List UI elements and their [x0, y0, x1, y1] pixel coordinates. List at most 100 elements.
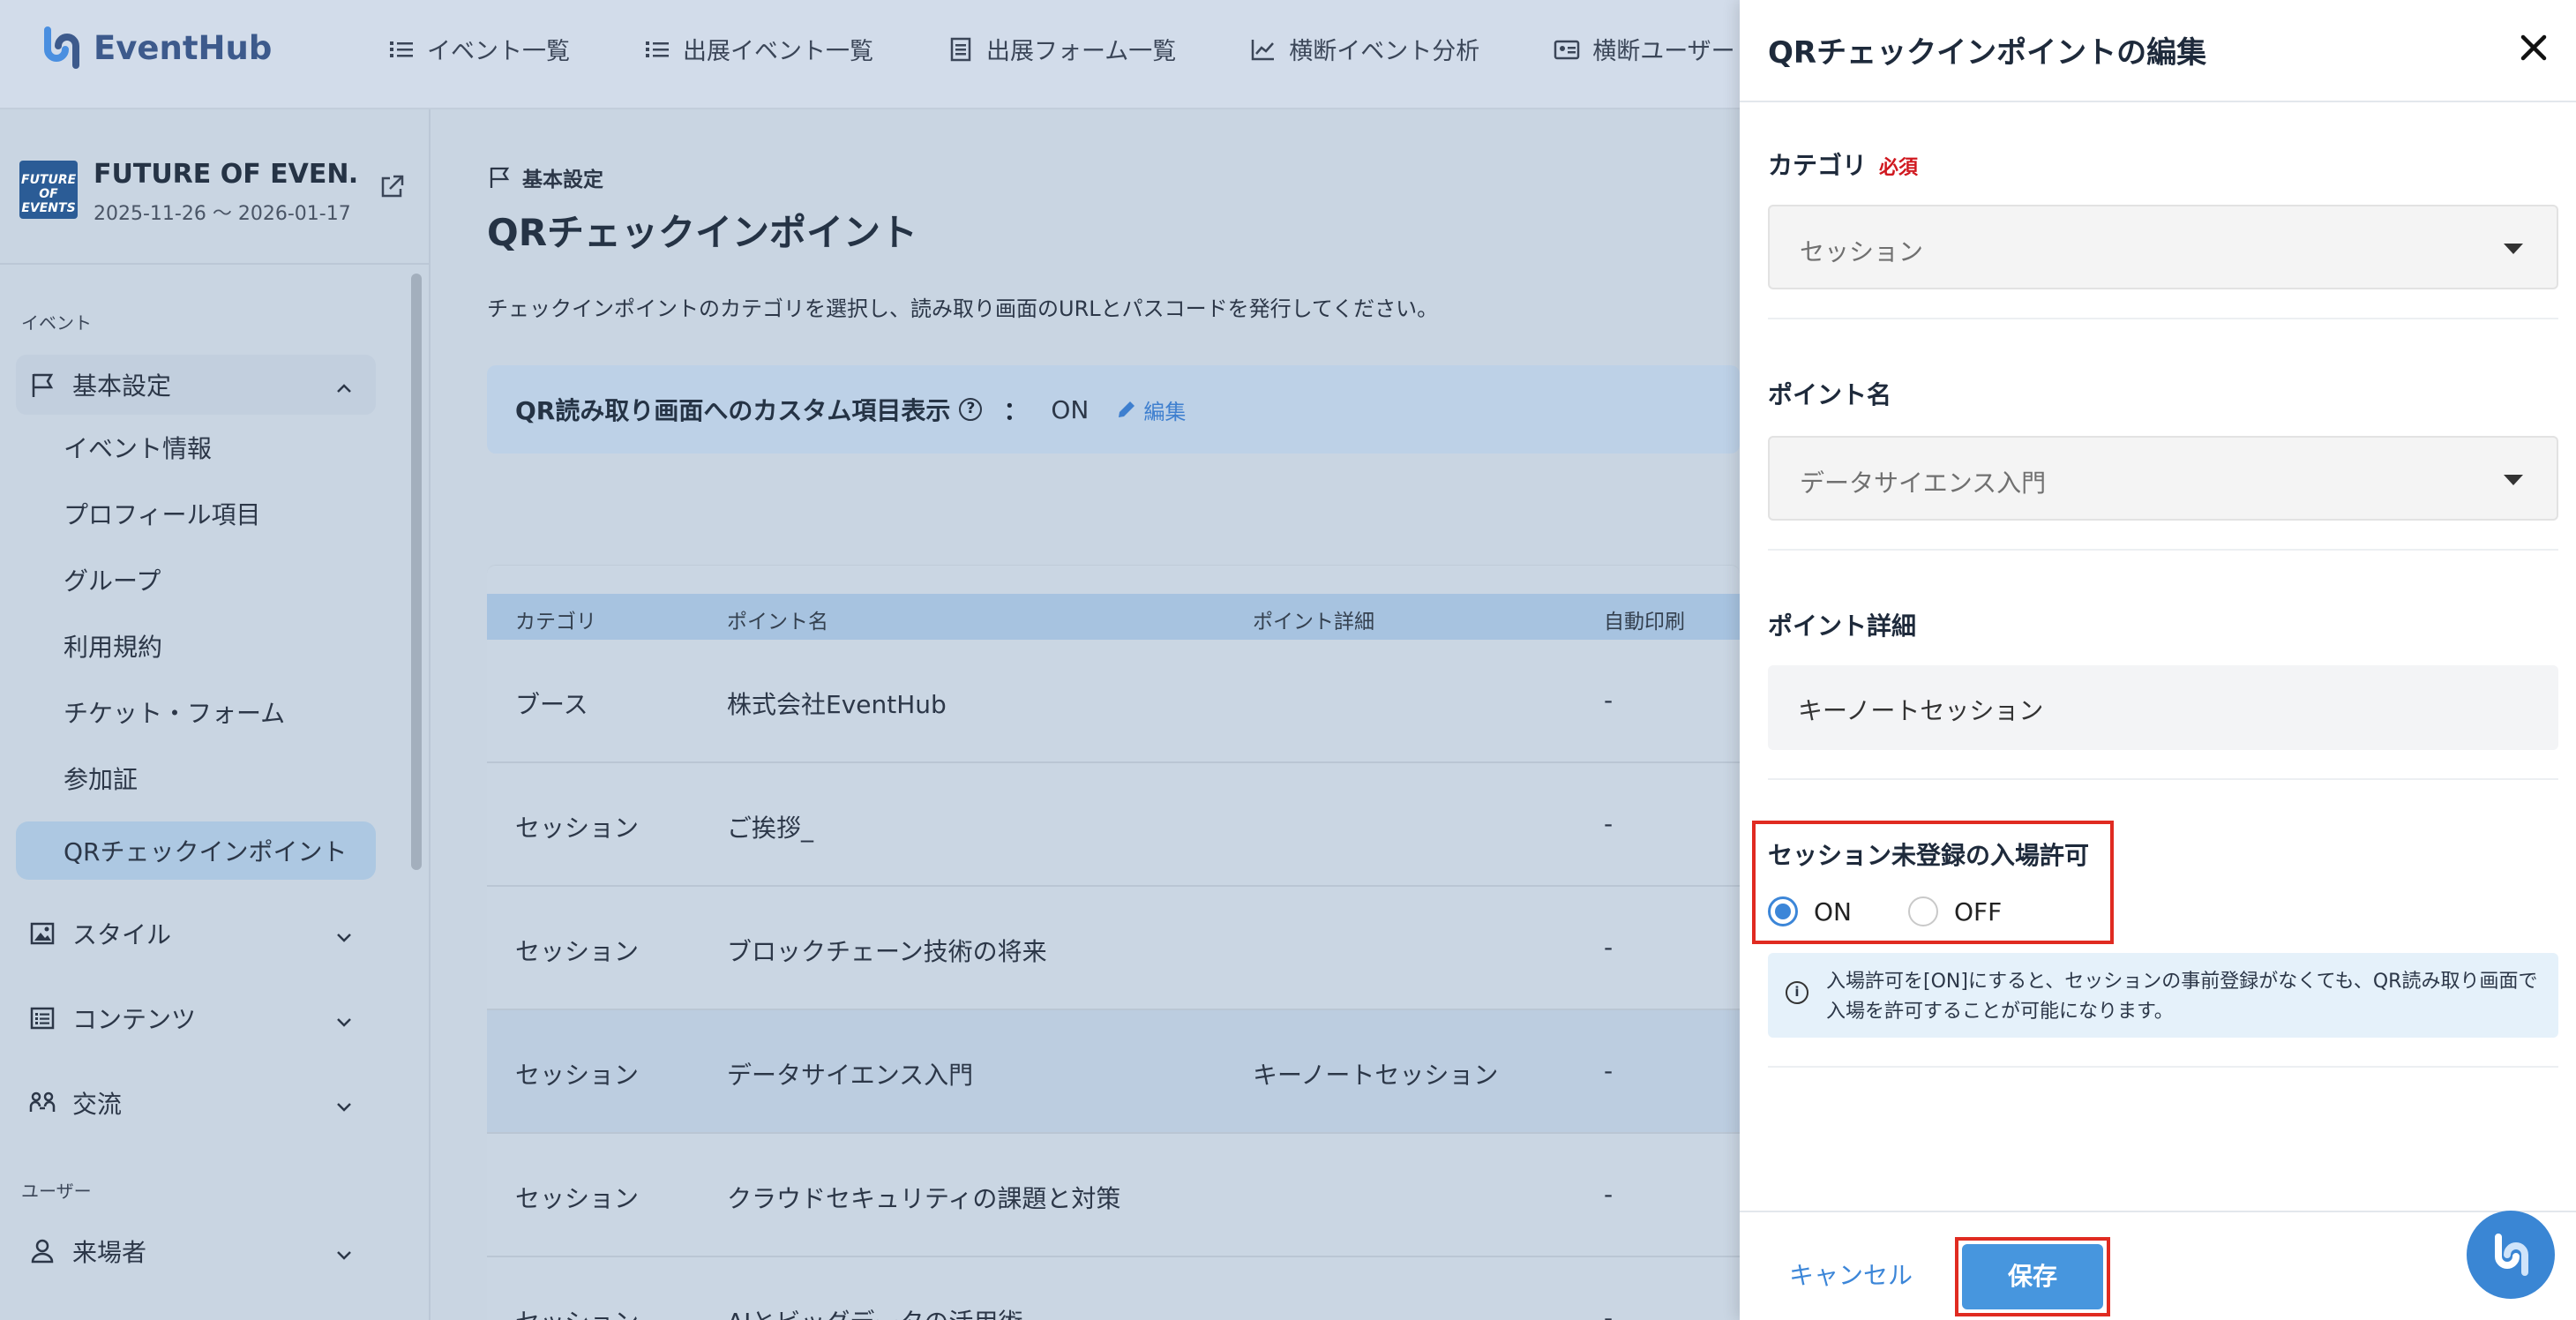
- point-detail-label: ポイント詳細: [1768, 611, 1917, 641]
- cell-category: ブース: [515, 690, 588, 719]
- setting-value: ON: [1051, 394, 1090, 424]
- session-permit-radio-group: ON OFF: [1768, 896, 2002, 926]
- sidebar-item-visitors[interactable]: 来場者: [16, 1221, 376, 1281]
- page-title: QRチェックインポイント: [487, 211, 918, 254]
- cell-point-name: 株式会社EventHub: [727, 690, 947, 719]
- cell-category: セッション: [515, 1303, 639, 1320]
- sidebar-item-label: 交流: [72, 1090, 123, 1119]
- edit-link[interactable]: 編集: [1115, 394, 1186, 425]
- setting-label: QR読み取り画面へのカスタム項目表示: [515, 396, 951, 425]
- topnav-label: 出展イベント一覧: [683, 38, 873, 65]
- cell-auto-print: -: [1604, 686, 1614, 715]
- cell-point-name: クラウドセキュリティの課題と対策: [727, 1184, 1121, 1213]
- divider: [1768, 549, 2558, 551]
- table-row[interactable]: ブース 株式会社EventHub -: [487, 640, 1740, 763]
- breadcrumb: 基本設定: [487, 162, 603, 192]
- radio-on-label[interactable]: ON: [1814, 897, 1852, 926]
- help-icon[interactable]: ?: [959, 398, 983, 421]
- section-label-event: イベント: [21, 312, 92, 334]
- sidebar-sub-qr-checkin[interactable]: QRチェックインポイント: [16, 821, 376, 880]
- radio-on[interactable]: [1768, 896, 1798, 926]
- radio-off[interactable]: [1907, 896, 1938, 926]
- chevron-down-icon: [335, 1008, 353, 1027]
- event-dates: 2025-11-26 〜 2026-01-17: [94, 203, 351, 225]
- cell-point-name: AIとビッグデータの活用術: [727, 1303, 1022, 1320]
- sidebar-item-exchange[interactable]: 交流: [16, 1073, 376, 1133]
- topnav-cross-event-analysis[interactable]: 横断イベント分析: [1250, 32, 1479, 66]
- point-name-select[interactable]: データサイエンス入門: [1768, 436, 2558, 521]
- cell-category: セッション: [515, 937, 640, 966]
- table-header: カテゴリ ポイント名 ポイント詳細 自動印刷: [487, 594, 1740, 640]
- chevron-down-icon: [335, 1092, 353, 1112]
- top-bar: EventHub イベント一覧 出展イベント一覧 出展フォーム一覧 横断イベント…: [0, 0, 1740, 109]
- panel-header: QRチェックインポイントの編集: [1740, 0, 2576, 102]
- topnav-event-list[interactable]: イベント一覧: [388, 32, 570, 66]
- radio-off-label[interactable]: OFF: [1954, 897, 2002, 926]
- topnav-label: 出展フォーム一覧: [986, 38, 1177, 65]
- sidebar-item-contents[interactable]: コンテンツ: [16, 988, 376, 1048]
- chevron-down-icon: [335, 1241, 353, 1260]
- info-icon: i: [1786, 981, 1808, 1004]
- point-detail-input[interactable]: キーノートセッション: [1768, 665, 2558, 750]
- table-row[interactable]: セッション ブロックチェーン技術の将来 -: [487, 887, 1740, 1010]
- category-select[interactable]: セッション: [1768, 205, 2558, 289]
- category-select-value: セッション: [1800, 237, 1924, 266]
- sidebar-item-label: 来場者: [72, 1238, 147, 1267]
- topnav-exhibit-event-list[interactable]: 出展イベント一覧: [644, 32, 873, 66]
- topnav-label: イベント一覧: [427, 38, 570, 65]
- setting-colon: ：: [1003, 396, 1029, 425]
- column-header-point-detail: ポイント詳細: [1253, 611, 1374, 634]
- cell-auto-print: -: [1604, 809, 1614, 838]
- cell-category: セッション: [515, 1184, 640, 1213]
- category-label: カテゴリ 必須: [1768, 146, 1918, 182]
- event-thumbnail: FUTURE OF EVENTS: [19, 161, 78, 219]
- close-icon[interactable]: [2516, 30, 2551, 65]
- top-nav: イベント一覧 出展イベント一覧 出展フォーム一覧 横断イベント分析 横断ユーザー: [388, 32, 1809, 66]
- panel-title: QRチェックインポイントの編集: [1768, 35, 2207, 71]
- table-row[interactable]: セッション AIとビッグデータの活用術 -: [487, 1257, 1740, 1320]
- sidebar-item-basic-settings[interactable]: 基本設定: [16, 355, 376, 415]
- id-card-icon: [1554, 36, 1580, 63]
- point-name-label: ポイント名: [1768, 380, 1892, 409]
- table-row[interactable]: セッション ご挨拶_ -: [487, 763, 1740, 887]
- sidebar-sub-profile-fields[interactable]: プロフィール項目: [16, 484, 376, 543]
- divider: [1768, 778, 2558, 780]
- cell-auto-print: -: [1604, 1303, 1614, 1320]
- sidebar-sub-event-info[interactable]: イベント情報: [16, 418, 376, 476]
- topnav-exhibit-form-list[interactable]: 出展フォーム一覧: [947, 32, 1176, 66]
- cancel-button[interactable]: キャンセル: [1789, 1256, 1913, 1292]
- table-row-selected[interactable]: セッション データサイエンス入門 キーノートセッション -: [487, 1010, 1740, 1134]
- sidebar-sub-ticket-form[interactable]: チケット・フォーム: [16, 683, 376, 741]
- caret-down-icon: [2504, 475, 2523, 485]
- chat-support-button[interactable]: [2467, 1211, 2555, 1299]
- external-link-icon[interactable]: [378, 173, 406, 201]
- edit-label: 編集: [1143, 399, 1187, 424]
- logo[interactable]: EventHub: [39, 25, 272, 71]
- sidebar-sub-terms[interactable]: 利用規約: [16, 617, 376, 675]
- sidebar-item-style[interactable]: スタイル: [16, 904, 376, 964]
- list-box-icon: [28, 1004, 56, 1032]
- sidebar-scrollbar[interactable]: [411, 274, 422, 870]
- column-header-point-name: ポイント名: [727, 611, 828, 634]
- table-row[interactable]: セッション クラウドセキュリティの課題と対策 -: [487, 1134, 1740, 1257]
- list-icon: [644, 36, 670, 63]
- cell-auto-print: -: [1604, 1056, 1614, 1085]
- chevron-up-icon: [335, 374, 353, 393]
- sidebar-item-label: コンテンツ: [72, 1005, 197, 1034]
- info-text: 入場許可を[ON]にすると、セッションの事前登録がなくても、QR読み取り画面で入…: [1826, 971, 2538, 1023]
- sidebar-sub-badge[interactable]: 参加証: [16, 749, 376, 807]
- people-icon: [28, 1089, 56, 1117]
- image-icon: [28, 919, 56, 948]
- cell-point-name: データサイエンス入門: [727, 1061, 974, 1090]
- flag-icon: [487, 165, 512, 190]
- page-description: チェックインポイントのカテゴリを選択し、読み取り画面のURLとパスコードを発行し…: [487, 296, 1439, 321]
- divider: [1768, 318, 2558, 319]
- sidebar: FUTURE OF EVENTS FUTURE OF EVEN… 2025-11…: [0, 109, 431, 1320]
- topnav-cross-users[interactable]: 横断ユーザー: [1554, 32, 1735, 66]
- event-header: FUTURE OF EVENTS FUTURE OF EVEN… 2025-11…: [19, 159, 408, 225]
- sidebar-sub-groups[interactable]: グループ: [16, 551, 376, 609]
- eventhub-logo-icon: [2495, 1234, 2528, 1276]
- column-header-auto-print: 自動印刷: [1604, 611, 1685, 634]
- save-button[interactable]: 保存: [1962, 1244, 2103, 1309]
- cell-point-name: ブロックチェーン技術の将来: [727, 937, 1047, 966]
